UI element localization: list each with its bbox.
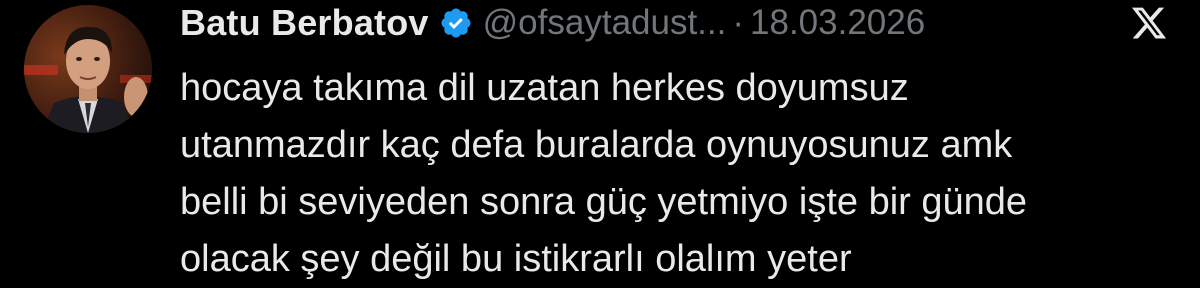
tweet-text-line: utanmazdır kaç defa buralarda oynuyosunu… (180, 124, 1013, 166)
tweet-text-line: olacak şey değil bu istikrarlı olalım ye… (180, 238, 852, 280)
tweet-header: Batu Berbatov @ofsaytadust... · 18.03.20… (180, 0, 925, 46)
tweet-text-line: hocaya takıma dil uzatan herkes doyumsuz (180, 67, 909, 109)
author-handle[interactable]: @ofsaytadust... (483, 3, 727, 43)
avatar[interactable] (24, 5, 152, 133)
x-logo-icon[interactable] (1130, 4, 1168, 42)
tweet-card: Batu Berbatov @ofsaytadust... · 18.03.20… (0, 0, 1200, 280)
separator-dot: · (732, 3, 745, 42)
tweet-date[interactable]: 18.03.2026 (750, 3, 925, 43)
profile-photo (24, 5, 152, 133)
verified-badge-icon (439, 6, 473, 40)
author-display-name[interactable]: Batu Berbatov (180, 2, 429, 44)
tweet-text: hocaya takıma dil uzatan herkes doyumsuz… (180, 60, 1170, 288)
tweet-text-line: belli bi seviyeden sonra güç yetmiyo işt… (180, 181, 1028, 223)
